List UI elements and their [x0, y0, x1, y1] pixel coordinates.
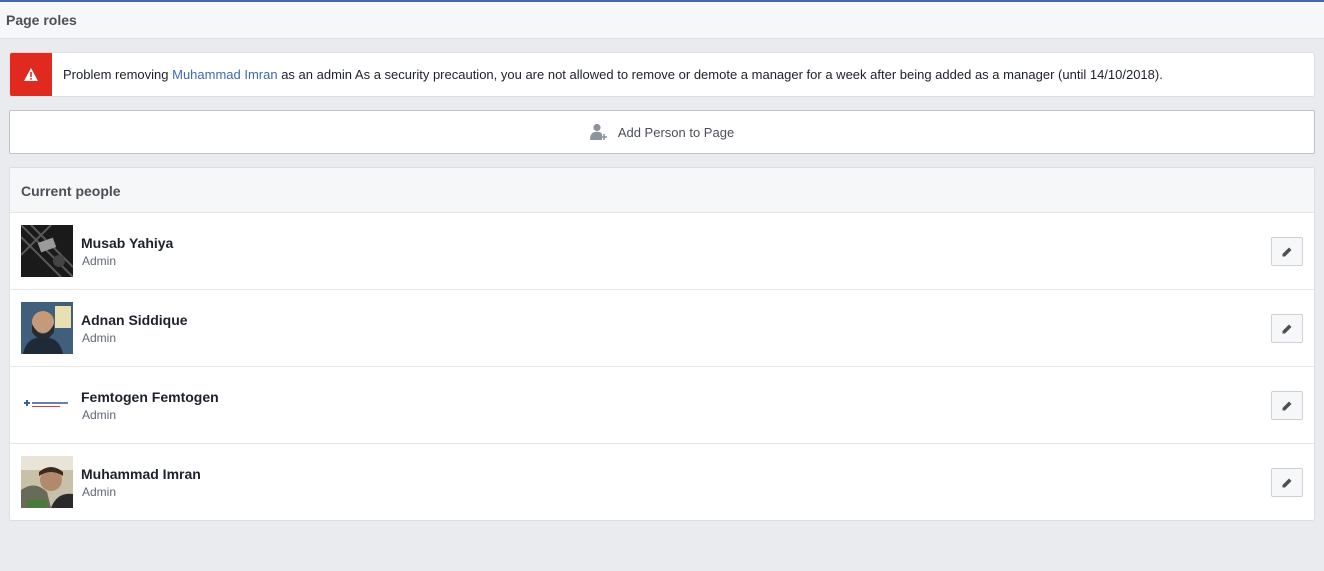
alert-icon-box — [10, 53, 52, 96]
add-person-button[interactable]: Add Person to Page — [9, 110, 1315, 154]
alert-message: Problem removing Muhammad Imran as an ad… — [63, 67, 1163, 82]
person-role: Admin — [82, 331, 117, 345]
page-title: Page roles — [6, 12, 77, 28]
alert-person-link[interactable]: Muhammad Imran — [172, 67, 277, 82]
person-name[interactable]: Musab Yahiya — [81, 235, 173, 251]
alert-message-prefix: Problem removing — [63, 67, 173, 82]
person-row: Musab Yahiya Admin — [10, 213, 1314, 290]
alert-message-suffix: as an admin As a security precaution, yo… — [277, 67, 1163, 82]
edit-role-button[interactable] — [1271, 314, 1303, 343]
edit-role-button[interactable] — [1271, 391, 1303, 420]
current-people-title: Current people — [21, 183, 121, 199]
pencil-icon — [1282, 478, 1292, 487]
person-name[interactable]: Adnan Siddique — [81, 312, 188, 328]
person-name[interactable]: Femtogen Femtogen — [81, 389, 219, 405]
pencil-icon — [1282, 247, 1292, 256]
pencil-icon — [1282, 401, 1292, 410]
current-people-panel: Current people Musab Yahiya Admin Adnan … — [9, 167, 1315, 521]
avatar[interactable] — [21, 225, 73, 277]
avatar[interactable] — [21, 456, 73, 508]
edit-role-button[interactable] — [1271, 237, 1303, 266]
person-row: Adnan Siddique Admin — [10, 290, 1314, 367]
person-row: Muhammad Imran Admin — [10, 444, 1314, 520]
page-header: Page roles — [0, 0, 1324, 39]
person-role: Admin — [82, 408, 117, 422]
warning-icon — [24, 68, 38, 81]
add-person-icon — [589, 123, 607, 140]
avatar[interactable] — [21, 302, 73, 354]
add-person-label: Add Person to Page — [617, 124, 735, 140]
person-role: Admin — [82, 485, 117, 499]
person-role: Admin — [82, 254, 117, 268]
error-alert: Problem removing Muhammad Imran as an ad… — [9, 52, 1315, 97]
avatar[interactable] — [21, 379, 73, 431]
current-people-header: Current people — [10, 168, 1314, 213]
person-name[interactable]: Muhammad Imran — [81, 466, 201, 482]
pencil-icon — [1282, 324, 1292, 333]
edit-role-button[interactable] — [1271, 468, 1303, 497]
person-row: Femtogen Femtogen Admin — [10, 367, 1314, 444]
